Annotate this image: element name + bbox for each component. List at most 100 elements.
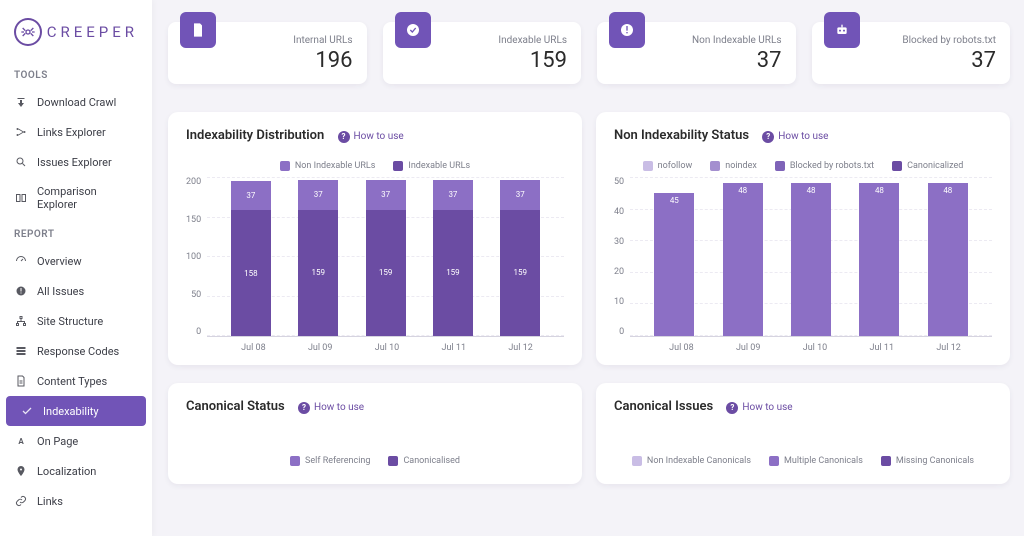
chart-legend: Non Indexable Canonicals Multiple Canonic… xyxy=(614,456,992,466)
download-icon xyxy=(14,95,28,109)
legend-item: nofollow xyxy=(643,161,693,171)
panel-title: Canonical Status xyxy=(186,399,285,414)
chart-y-axis: 50403020100 xyxy=(614,177,630,337)
sidebar-item-links[interactable]: Links xyxy=(0,486,152,516)
chart-bar: 48 xyxy=(928,177,968,336)
kpi-value: 159 xyxy=(498,48,567,73)
chart-x-axis: Jul 08Jul 09Jul 10Jul 11Jul 12 xyxy=(210,337,564,353)
kpi-label: Internal URLs xyxy=(293,35,352,46)
doc-icon xyxy=(14,374,28,388)
codes-icon xyxy=(14,344,28,358)
legend-swatch xyxy=(280,161,290,171)
kpi-card[interactable]: Blocked by robots.txt37 xyxy=(812,22,1011,84)
chart-bar: 48 xyxy=(859,177,899,336)
sidebar-item-issues-explorer[interactable]: Issues Explorer xyxy=(0,147,152,177)
legend-swatch xyxy=(710,161,720,171)
legend-item: Non Indexable URLs xyxy=(280,161,376,171)
chart-legend: nofollownoindexBlocked by robots.txtCano… xyxy=(614,161,992,171)
chart-bar: 45 xyxy=(654,177,694,336)
sidebar-item-label: On Page xyxy=(37,435,78,448)
sidebar-item-overview[interactable]: Overview xyxy=(0,246,152,276)
sidebar-section-label: REPORT xyxy=(0,219,152,246)
legend-item: Non Indexable Canonicals xyxy=(632,456,751,466)
how-to-use-link[interactable]: ?How to use xyxy=(726,402,792,414)
warn-icon xyxy=(14,284,28,298)
sidebar-item-localization[interactable]: Localization xyxy=(0,456,152,486)
sidebar-item-label: Localization xyxy=(37,465,96,478)
legend-swatch xyxy=(881,456,891,466)
spider-icon xyxy=(14,18,42,46)
sidebar-item-label: Overview xyxy=(37,255,82,268)
legend-item: Multiple Canonicals xyxy=(769,456,863,466)
kpi-card[interactable]: Internal URLs 196 xyxy=(168,22,367,84)
brand-text: CREEPER xyxy=(47,23,138,41)
chart-bar: 48 xyxy=(723,177,763,336)
legend-item: noindex xyxy=(710,161,757,171)
sidebar-item-all-issues[interactable]: All Issues xyxy=(0,276,152,306)
kpi-card[interactable]: Indexable URLs 159 xyxy=(383,22,582,84)
chart-x-axis: Jul 08Jul 09Jul 10Jul 11Jul 12 xyxy=(638,337,992,353)
question-icon: ? xyxy=(338,131,350,143)
sidebar-item-label: Comparison Explorer xyxy=(37,185,138,211)
sidebar-item-label: All Issues xyxy=(37,285,84,298)
sidebar-item-content-types[interactable]: Content Types xyxy=(0,366,152,396)
legend-item: Missing Canonicals xyxy=(881,456,974,466)
panel-non-indexability-status: Non Indexability Status ?How to use nofo… xyxy=(596,112,1010,365)
legend-item: Self Referencing xyxy=(290,456,370,466)
sidebar-item-links-explorer[interactable]: Links Explorer xyxy=(0,117,152,147)
legend-swatch xyxy=(769,456,779,466)
sidebar-item-comparison-explorer[interactable]: Comparison Explorer xyxy=(0,177,152,219)
chart-bar: 37159 xyxy=(298,177,338,336)
how-to-use-link[interactable]: ?How to use xyxy=(338,131,404,143)
legend-item: Indexable URLs xyxy=(393,161,470,171)
chart-bar: 37158 xyxy=(231,177,271,336)
question-icon: ? xyxy=(726,402,738,414)
legend-swatch xyxy=(775,161,785,171)
tree-icon xyxy=(14,314,28,328)
how-to-use-link[interactable]: ?How to use xyxy=(762,131,828,143)
legend-swatch xyxy=(632,456,642,466)
kpi-value: 37 xyxy=(692,48,781,73)
sidebar-item-response-codes[interactable]: Response Codes xyxy=(0,336,152,366)
chart-plot: 4548484848 xyxy=(630,177,992,337)
chart-legend: Non Indexable URLs Indexable URLs xyxy=(186,161,564,171)
link-icon xyxy=(14,494,28,508)
sidebar-item-label: Content Types xyxy=(37,375,107,388)
pin-icon xyxy=(14,464,28,478)
a-icon: A xyxy=(14,434,28,448)
legend-swatch xyxy=(393,161,403,171)
kpi-value: 196 xyxy=(293,48,352,73)
brand-logo: CREEPER xyxy=(0,14,152,60)
sidebar-item-label: Download Crawl xyxy=(37,96,116,109)
legend-swatch xyxy=(892,161,902,171)
chart-bar: 48 xyxy=(791,177,831,336)
sidebar-item-on-page[interactable]: A On Page xyxy=(0,426,152,456)
legend-swatch xyxy=(643,161,653,171)
sidebar-item-label: Response Codes xyxy=(37,345,119,358)
panel-title: Canonical Issues xyxy=(614,399,713,414)
kpi-card[interactable]: Non Indexable URLs37 xyxy=(597,22,796,84)
chart-legend: Self ReferencingCanonicalised xyxy=(186,456,564,466)
gauge-icon xyxy=(14,254,28,268)
legend-item: Canonicalized xyxy=(892,161,963,171)
alert-icon xyxy=(609,12,645,48)
legend-swatch xyxy=(290,456,300,466)
legend-swatch xyxy=(388,456,398,466)
sidebar-item-site-structure[interactable]: Site Structure xyxy=(0,306,152,336)
panel-canonical-status: Canonical Status ?How to use Self Refere… xyxy=(168,383,582,484)
sidebar-item-label: Links Explorer xyxy=(37,126,106,139)
question-icon: ? xyxy=(298,402,310,414)
chart-bar: 37159 xyxy=(433,177,473,336)
search-icon xyxy=(14,155,28,169)
kpi-label: Indexable URLs xyxy=(498,35,567,46)
check-icon xyxy=(20,404,34,418)
panel-canonical-issues: Canonical Issues ?How to use Non Indexab… xyxy=(596,383,1010,484)
sidebar-item-label: Links xyxy=(37,495,63,508)
kpi-row: Internal URLs 196 Indexable URLs 159 Non Ind… xyxy=(168,22,1010,84)
sidebar-item-indexability[interactable]: Indexability xyxy=(6,396,146,426)
panel-indexability-distribution: Indexability Distribution ?How to use No… xyxy=(168,112,582,365)
sidebar-item-download-crawl[interactable]: Download Crawl xyxy=(0,87,152,117)
chart-bar: 37159 xyxy=(366,177,406,336)
how-to-use-link[interactable]: ?How to use xyxy=(298,402,364,414)
question-icon: ? xyxy=(762,131,774,143)
